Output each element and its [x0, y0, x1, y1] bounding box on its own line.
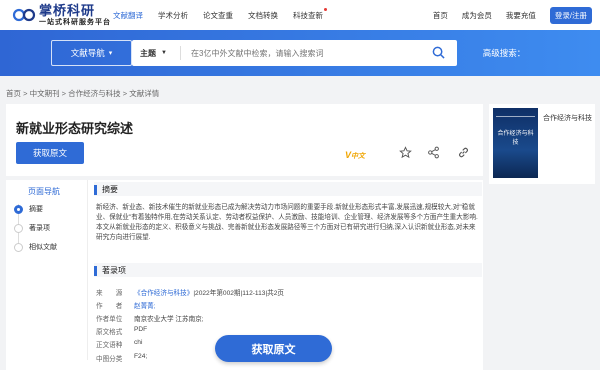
nav-plagiarism-check[interactable]: 论文查重 [203, 10, 233, 21]
logo-icon [12, 8, 36, 22]
journal-name[interactable]: 合作经济与科技 [543, 114, 592, 124]
search-box: 主题 ▼ [132, 40, 457, 66]
breadcrumb-journal[interactable]: 合作经济与科技 [68, 89, 121, 98]
record-key: 作者单位 [96, 316, 123, 323]
journal-cover[interactable]: 合作经济与科技 [493, 108, 538, 178]
record-heading-text: 著录项 [102, 266, 126, 275]
star-icon[interactable] [399, 146, 412, 159]
journal-card[interactable]: 合作经济与科技 合作经济与科技 [489, 104, 595, 184]
member-link[interactable]: 成为会员 [462, 10, 492, 21]
logo-name: 掌桥科研 [39, 3, 96, 18]
page-nav-item-similar[interactable]: 相似文献 [14, 242, 57, 252]
heading-accent-bar [94, 265, 97, 276]
page-nav-label: 摘要 [29, 206, 43, 213]
cover-decoration [496, 116, 535, 117]
breadcrumb-chinese-journals[interactable]: 中文期刊 [30, 89, 60, 98]
main-nav: 文献翻译 学术分析 论文查重 文档转换 科技查新 [113, 8, 338, 21]
abstract-text: 新经济、新业态、新技术催生的新就业形态已成为解决劳动力市场问题的重要手段.新就业… [96, 204, 478, 241]
chevron-down-icon: ▾ [108, 50, 113, 57]
breadcrumb-sep: > [122, 89, 128, 98]
article-card: 新就业形态研究综述 获取原文 V中文 页面导航 摘要 著录项 相似文献 摘要 新… [6, 104, 483, 370]
page-nav-item-record[interactable]: 著录项 [14, 223, 50, 233]
recharge-link[interactable]: 我要充值 [506, 10, 536, 21]
breadcrumb-home[interactable]: 首页 [6, 89, 21, 98]
page-nav-title: 页面导航 [28, 187, 60, 196]
heading-accent-bar [94, 184, 97, 195]
nav-node-icon [14, 242, 23, 252]
record-source: 来 源 《合作经济与科技》|2022年第002期|112-113|共2页 [96, 287, 284, 297]
record-format: 原文格式 PDF [96, 326, 147, 336]
link-icon[interactable] [457, 146, 470, 159]
author-link[interactable]: 赵菁菁; [134, 303, 156, 310]
nav-doc-convert[interactable]: 文档转换 [248, 10, 278, 21]
logo[interactable]: 掌桥科研 一站式科研服务平台 [12, 4, 111, 26]
home-link[interactable]: 首页 [433, 10, 448, 21]
get-fulltext-button[interactable]: 获取原文 [16, 142, 84, 164]
record-key: 作 者 [96, 303, 123, 310]
record-key: 中图分类 [96, 356, 123, 363]
literature-nav-label: 文献导航 [70, 48, 105, 58]
page-nav-label: 著录项 [29, 225, 50, 232]
abstract-heading: 摘要 [94, 184, 118, 195]
advanced-search-button[interactable]: 高级搜索： [464, 40, 544, 66]
record-value: 南京农业大学 江苏南京; [134, 316, 204, 323]
record-heading: 著录项 [94, 265, 126, 276]
search-input[interactable] [181, 48, 401, 58]
language-label: 中文 [351, 153, 366, 160]
nav-translate[interactable]: 文献翻译 [113, 10, 143, 21]
record-key: 正文语种 [96, 342, 123, 349]
logo-slogan: 一站式科研服务平台 [39, 19, 111, 26]
search-icon[interactable] [432, 46, 445, 59]
journal-link[interactable]: 《合作经济与科技》 [134, 290, 193, 297]
caret-down-icon: ▼ [161, 50, 167, 56]
page-nav-item-abstract[interactable]: 摘要 [14, 204, 43, 214]
floating-get-fulltext-button[interactable]: 获取原文 [215, 335, 332, 362]
nav-node-active-icon [14, 204, 23, 214]
nav-node-icon [14, 223, 23, 233]
top-navbar: 掌桥科研 一站式科研服务平台 文献翻译 学术分析 论文查重 文档转换 科技查新 … [0, 0, 600, 30]
breadcrumb: 首页 > 中文期刊 > 合作经济与科技 > 文献详情 [6, 88, 159, 99]
record-value: PDF [134, 326, 148, 333]
topic-select[interactable]: 主题 ▼ [132, 48, 180, 59]
nav-analysis[interactable]: 学术分析 [158, 10, 188, 21]
record-author: 作 者 赵菁菁; [96, 300, 156, 310]
breadcrumb-sep: > [23, 89, 28, 98]
topic-label: 主题 [140, 48, 156, 58]
abstract-heading-text: 摘要 [102, 185, 118, 194]
record-classification: 中图分类 F24; [96, 353, 147, 363]
breadcrumb-current: 文献详情 [129, 89, 160, 98]
share-icon[interactable] [427, 146, 440, 159]
login-button[interactable]: 登录/注册 [549, 7, 592, 24]
page-nav-label: 相似文献 [29, 244, 57, 251]
abstract-heading-row [94, 182, 482, 196]
record-heading-row [94, 263, 482, 277]
nav-novelty-search[interactable]: 科技查新 [293, 8, 327, 21]
article-title: 新就业形态研究综述 [16, 121, 134, 136]
cover-title: 合作经济与科技 [497, 131, 534, 146]
record-value: F24; [134, 353, 148, 360]
record-key: 原文格式 [96, 329, 123, 336]
record-value: |2022年第002期|112-113|共2页 [193, 290, 285, 297]
nav-novelty-label: 科技查新 [293, 11, 323, 20]
literature-nav-dropdown[interactable]: 文献导航 ▾ [51, 40, 132, 66]
record-key: 来 源 [96, 290, 123, 297]
language-badge: V中文 [345, 150, 365, 161]
new-badge-dot [324, 8, 327, 11]
record-value: chi [134, 339, 143, 346]
search-band: 文献导航 ▾ 主题 ▼ 高级搜索： [0, 30, 600, 76]
page-nav-content: 页面导航 摘要 著录项 相似文献 [6, 180, 82, 260]
record-affiliation: 作者单位 南京农业大学 江苏南京; [96, 313, 204, 323]
record-language: 正文语种 chi [96, 339, 142, 349]
breadcrumb-sep: > [61, 89, 67, 98]
